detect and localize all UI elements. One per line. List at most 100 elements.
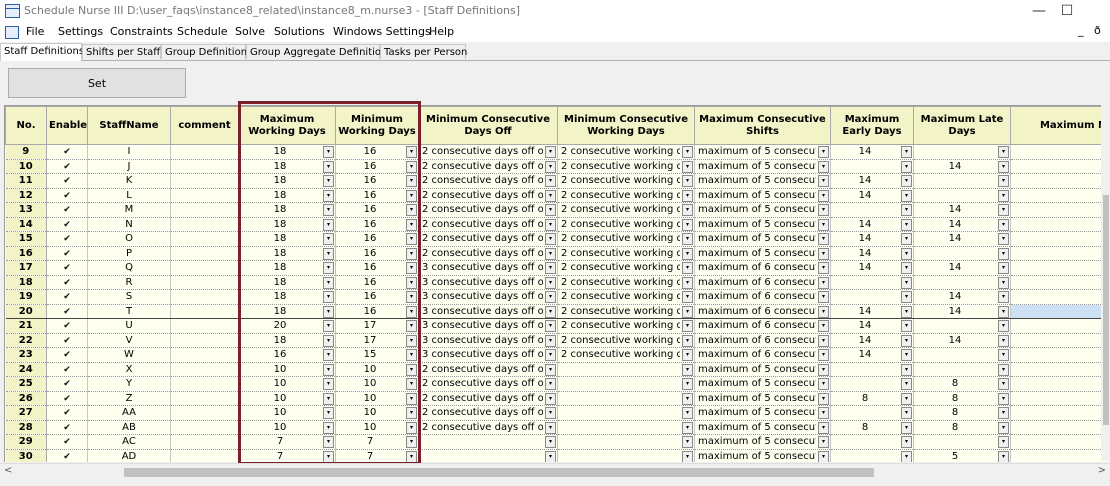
table-row[interactable]: 9 ✔ I 18 ▾ 16 ▾ 2 consecutive days off o ▾ 2 cons… <box>5 144 1110 160</box>
max-late-days-dropdown[interactable]: 14 ▾ <box>914 160 1010 173</box>
dropdown-arrow-icon[interactable]: ▾ <box>545 189 556 202</box>
dropdown-arrow-icon[interactable]: ▾ <box>323 378 334 391</box>
dropdown-arrow-icon[interactable]: ▾ <box>818 189 829 202</box>
max-working-days-dropdown[interactable]: 7 ▾ <box>239 450 335 462</box>
min-consec-days-off-dropdown[interactable]: 2 consecutive days off o ▾ <box>419 363 557 376</box>
enable-cell[interactable]: ✔ <box>46 275 88 290</box>
max-working-days-dropdown[interactable]: 18 ▾ <box>239 261 335 275</box>
max-early-days-dropdown[interactable]: 14 ▾ <box>831 145 913 159</box>
row-number[interactable]: 24 <box>5 362 47 377</box>
col-comment-header[interactable]: comment <box>170 106 239 145</box>
min-consec-days-off-dropdown[interactable]: 2 consecutive days off o ▾ <box>419 377 557 391</box>
dropdown-arrow-icon[interactable]: ▾ <box>818 378 829 391</box>
min-consec-working-days-dropdown[interactable]: 2 consecutive working d ▾ <box>558 276 694 289</box>
min-consec-days-off-dropdown[interactable]: 2 consecutive days off o ▾ <box>419 247 557 260</box>
dropdown-arrow-icon[interactable]: ▾ <box>406 276 417 289</box>
dropdown-arrow-icon[interactable]: ▾ <box>323 305 334 318</box>
max-late-days-dropdown[interactable]: 5 ▾ <box>914 450 1010 462</box>
checkbox-checked-icon[interactable]: ✔ <box>63 162 71 171</box>
col-no-header[interactable]: No. <box>5 106 47 145</box>
menu-constraints[interactable]: Constraints <box>110 25 173 38</box>
dropdown-arrow-icon[interactable]: ▾ <box>406 189 417 202</box>
max-working-days-dropdown[interactable]: 18 ▾ <box>239 174 335 188</box>
min-working-days-dropdown[interactable]: 16 ▾ <box>336 276 418 289</box>
checkbox-checked-icon[interactable]: ✔ <box>63 307 71 316</box>
checkbox-checked-icon[interactable]: ✔ <box>63 177 71 186</box>
enable-cell[interactable]: ✔ <box>46 289 88 305</box>
dropdown-arrow-icon[interactable]: ▾ <box>545 146 556 159</box>
row-number[interactable]: 28 <box>5 420 47 435</box>
checkbox-checked-icon[interactable]: ✔ <box>63 322 71 331</box>
max-night-days-dropdown[interactable]: 4▾ <box>1011 334 1110 347</box>
dropdown-arrow-icon[interactable]: ▾ <box>323 407 334 420</box>
dropdown-arrow-icon[interactable]: ▾ <box>901 204 912 217</box>
staff-name-cell[interactable]: T <box>87 304 171 319</box>
max-early-days-dropdown[interactable]: 14 ▾ <box>831 189 913 202</box>
max-consec-shifts-dropdown[interactable]: maximum of 5 consecuti ▾ <box>695 160 830 173</box>
table-row[interactable]: 27 ✔ AA 10 ▾ 10 ▾ 2 consecutive days off o ▾ ▾ max… <box>5 405 1110 421</box>
checkbox-checked-icon[interactable]: ✔ <box>63 351 71 360</box>
min-consec-working-days-dropdown[interactable]: ▾ <box>558 421 694 434</box>
row-number[interactable]: 29 <box>5 434 47 450</box>
horizontal-scroll-thumb[interactable] <box>124 468 874 477</box>
row-number[interactable]: 22 <box>5 333 47 348</box>
checkbox-checked-icon[interactable]: ✔ <box>63 394 71 403</box>
mdi-minimize-button[interactable]: _ <box>1078 24 1084 37</box>
row-number[interactable]: 25 <box>5 376 47 392</box>
dropdown-arrow-icon[interactable]: ▾ <box>406 407 417 420</box>
max-early-days-dropdown[interactable]: 14 ▾ <box>831 247 913 260</box>
dropdown-arrow-icon[interactable]: ▾ <box>545 262 556 275</box>
staff-name-cell[interactable]: I <box>87 144 171 160</box>
comment-cell[interactable] <box>170 405 239 421</box>
row-number[interactable]: 18 <box>5 275 47 290</box>
row-number[interactable]: 16 <box>5 246 47 261</box>
dropdown-arrow-icon[interactable]: ▾ <box>682 450 693 462</box>
min-consec-days-off-dropdown[interactable]: 3 consecutive days off o ▾ <box>419 305 557 318</box>
dropdown-arrow-icon[interactable]: ▾ <box>682 262 693 275</box>
table-row[interactable]: 21 ✔ U 20 ▾ 17 ▾ 3 consecutive days off o ▾ 2 con… <box>5 318 1110 334</box>
max-consec-shifts-dropdown[interactable]: maximum of 6 consecuti ▾ <box>695 276 830 289</box>
dropdown-arrow-icon[interactable]: ▾ <box>901 334 912 347</box>
dropdown-arrow-icon[interactable]: ▾ <box>818 160 829 173</box>
max-night-days-dropdown[interactable]: 2▾ <box>1011 377 1110 390</box>
staff-name-cell[interactable]: U <box>87 318 171 334</box>
staff-name-cell[interactable]: P <box>87 246 171 261</box>
dropdown-arrow-icon[interactable]: ▾ <box>682 392 693 405</box>
dropdown-arrow-icon[interactable]: ▾ <box>998 349 1009 362</box>
comment-cell[interactable] <box>170 420 239 435</box>
col-min-consec-days-off-header[interactable]: Minimum Consecutive Days Off <box>418 106 558 145</box>
dropdown-arrow-icon[interactable]: ▾ <box>901 436 912 449</box>
enable-cell[interactable]: ✔ <box>46 405 88 421</box>
checkbox-checked-icon[interactable]: ✔ <box>63 148 71 157</box>
enable-cell[interactable]: ✔ <box>46 333 88 348</box>
dropdown-arrow-icon[interactable]: ▾ <box>406 334 417 347</box>
max-early-days-dropdown[interactable]: ▾ <box>831 450 913 462</box>
max-night-days-dropdown[interactable]: 1▾ <box>1011 435 1110 448</box>
min-working-days-dropdown[interactable]: 10 ▾ <box>336 363 418 376</box>
checkbox-checked-icon[interactable]: ✔ <box>63 278 71 287</box>
dropdown-arrow-icon[interactable]: ▾ <box>545 363 556 376</box>
row-number[interactable]: 30 <box>5 449 47 462</box>
col-enable-header[interactable]: Enable <box>46 106 88 145</box>
max-working-days-dropdown[interactable]: 18 ▾ <box>239 145 335 159</box>
table-row[interactable]: 18 ✔ R 18 ▾ 16 ▾ 3 consecutive days off o ▾ 2 con… <box>5 275 1110 290</box>
dropdown-arrow-icon[interactable]: ▾ <box>545 175 556 188</box>
enable-cell[interactable]: ✔ <box>46 362 88 377</box>
enable-cell[interactable]: ✔ <box>46 391 88 406</box>
dropdown-arrow-icon[interactable]: ▾ <box>323 450 334 462</box>
dropdown-arrow-icon[interactable]: ▾ <box>323 218 334 231</box>
dropdown-arrow-icon[interactable]: ▾ <box>406 291 417 304</box>
staff-name-cell[interactable]: Y <box>87 376 171 392</box>
dropdown-arrow-icon[interactable]: ▾ <box>682 378 693 391</box>
max-working-days-dropdown[interactable]: 18 ▾ <box>239 232 335 246</box>
max-consec-shifts-dropdown[interactable]: maximum of 6 consecuti ▾ <box>695 305 830 318</box>
max-night-days-dropdown[interactable]: 4▾ <box>1011 145 1110 158</box>
dropdown-arrow-icon[interactable]: ▾ <box>998 305 1009 318</box>
staff-name-cell[interactable]: L <box>87 188 171 203</box>
dropdown-arrow-icon[interactable]: ▾ <box>901 450 912 462</box>
max-consec-shifts-dropdown[interactable]: maximum of 5 consecuti ▾ <box>695 174 830 188</box>
enable-cell[interactable]: ✔ <box>46 376 88 392</box>
row-number[interactable]: 12 <box>5 188 47 203</box>
dropdown-arrow-icon[interactable]: ▾ <box>406 392 417 405</box>
max-early-days-dropdown[interactable]: 8 ▾ <box>831 392 913 405</box>
